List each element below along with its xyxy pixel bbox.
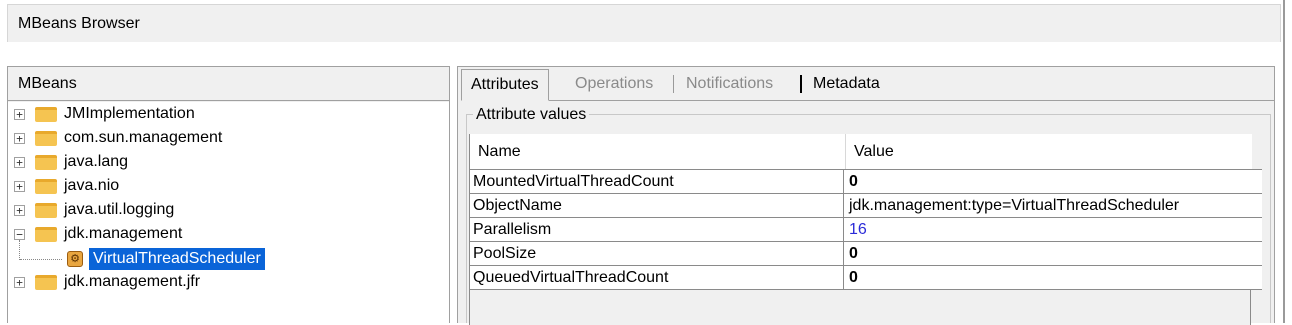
mbeans-panel-title: MBeans	[18, 75, 77, 92]
tree-node-label[interactable]: java.util.logging	[64, 201, 174, 219]
tab-attributes[interactable]: Attributes	[461, 69, 549, 101]
expand-icon[interactable]: +	[14, 181, 25, 192]
attribute-name: ObjectName	[470, 194, 844, 217]
attribute-value: 0	[849, 173, 858, 190]
tree-node-label[interactable]: jdk.management	[64, 225, 182, 243]
tree-node-label[interactable]: com.sun.management	[64, 129, 222, 147]
expand-icon[interactable]: +	[14, 157, 25, 168]
column-header-value[interactable]: Value	[846, 134, 1262, 169]
tab-notifications[interactable]: Notifications	[686, 67, 773, 101]
mbeans-tree[interactable]: + JMImplementation + com.sun.management …	[8, 102, 449, 323]
expand-icon[interactable]: +	[14, 277, 25, 288]
attributes-table: Name Value MountedVirtualThreadCount 0 O…	[469, 134, 1262, 325]
folder-icon	[35, 179, 57, 194]
table-row[interactable]: MountedVirtualThreadCount 0	[470, 169, 1262, 193]
tree-node-label[interactable]: java.nio	[64, 177, 119, 195]
expand-icon[interactable]: +	[14, 133, 25, 144]
collapse-icon[interactable]: −	[14, 229, 25, 240]
tab-metadata[interactable]: Metadata	[813, 67, 880, 101]
folder-icon	[35, 131, 57, 146]
expand-icon[interactable]: +	[14, 109, 25, 120]
tree-node-jdk-management[interactable]: − jdk.management	[8, 224, 448, 246]
details-tabs: Attributes Operations Notifications Meta…	[458, 67, 1274, 101]
tree-node-jmimplementation[interactable]: + JMImplementation	[8, 104, 448, 126]
tree-node-virtualthreadscheduler[interactable]: ⚙ VirtualThreadScheduler	[8, 240, 448, 270]
tree-connector	[20, 259, 62, 260]
attribute-value: jdk.management:type=VirtualThreadSchedul…	[849, 197, 1180, 214]
table-row[interactable]: PoolSize 0	[470, 241, 1262, 265]
attribute-value: 0	[849, 269, 858, 286]
folder-icon	[35, 155, 57, 170]
tree-node-java-lang[interactable]: + java.lang	[8, 152, 448, 174]
tree-node-label[interactable]: jdk.management.jfr	[64, 273, 200, 291]
tab-separator	[800, 75, 802, 93]
mbeans-panel-header: MBeans	[8, 67, 449, 101]
mbean-icon: ⚙	[67, 251, 83, 267]
window-right-edge	[1283, 0, 1285, 323]
tree-node-label[interactable]: java.lang	[64, 153, 128, 171]
attribute-name: Parallelism	[470, 218, 844, 241]
mbeans-panel: MBeans + JMImplementation + com.sun.mana…	[7, 66, 450, 323]
tree-node-jdk-management-jfr[interactable]: + jdk.management.jfr	[8, 272, 448, 294]
column-header-name[interactable]: Name	[470, 134, 845, 169]
tab-separator	[673, 75, 674, 93]
folder-icon	[35, 227, 57, 242]
expand-icon[interactable]: +	[14, 205, 25, 216]
attribute-name: MountedVirtualThreadCount	[470, 170, 844, 193]
tree-node-java-util-logging[interactable]: + java.util.logging	[8, 200, 448, 222]
tree-node-label[interactable]: JMImplementation	[64, 105, 195, 123]
folder-icon	[35, 203, 57, 218]
table-row[interactable]: ObjectName jdk.management:type=VirtualTh…	[470, 193, 1262, 217]
tree-node-java-nio[interactable]: + java.nio	[8, 176, 448, 198]
folder-icon	[35, 275, 57, 290]
attribute-value-editable[interactable]: 16	[845, 218, 1262, 241]
tree-node-label[interactable]: VirtualThreadScheduler	[89, 248, 265, 270]
attribute-name: QueuedVirtualThreadCount	[470, 266, 844, 289]
tree-node-com-sun-management[interactable]: + com.sun.management	[8, 128, 448, 150]
table-row[interactable]: QueuedVirtualThreadCount 0	[470, 265, 1262, 290]
table-header: Name Value	[470, 134, 1252, 169]
tree-connector	[19, 240, 20, 260]
folder-icon	[35, 107, 57, 122]
mbean-details-panel: Attributes Operations Notifications Meta…	[457, 66, 1275, 325]
mbeans-browser-header: MBeans Browser	[7, 4, 1281, 42]
attribute-value: 0	[849, 245, 858, 262]
tab-operations[interactable]: Operations	[575, 67, 653, 101]
group-title: Attribute values	[473, 106, 590, 124]
table-row[interactable]: Parallelism 16	[470, 217, 1262, 241]
window-title: MBeans Browser	[18, 15, 140, 32]
attribute-name: PoolSize	[470, 242, 844, 265]
